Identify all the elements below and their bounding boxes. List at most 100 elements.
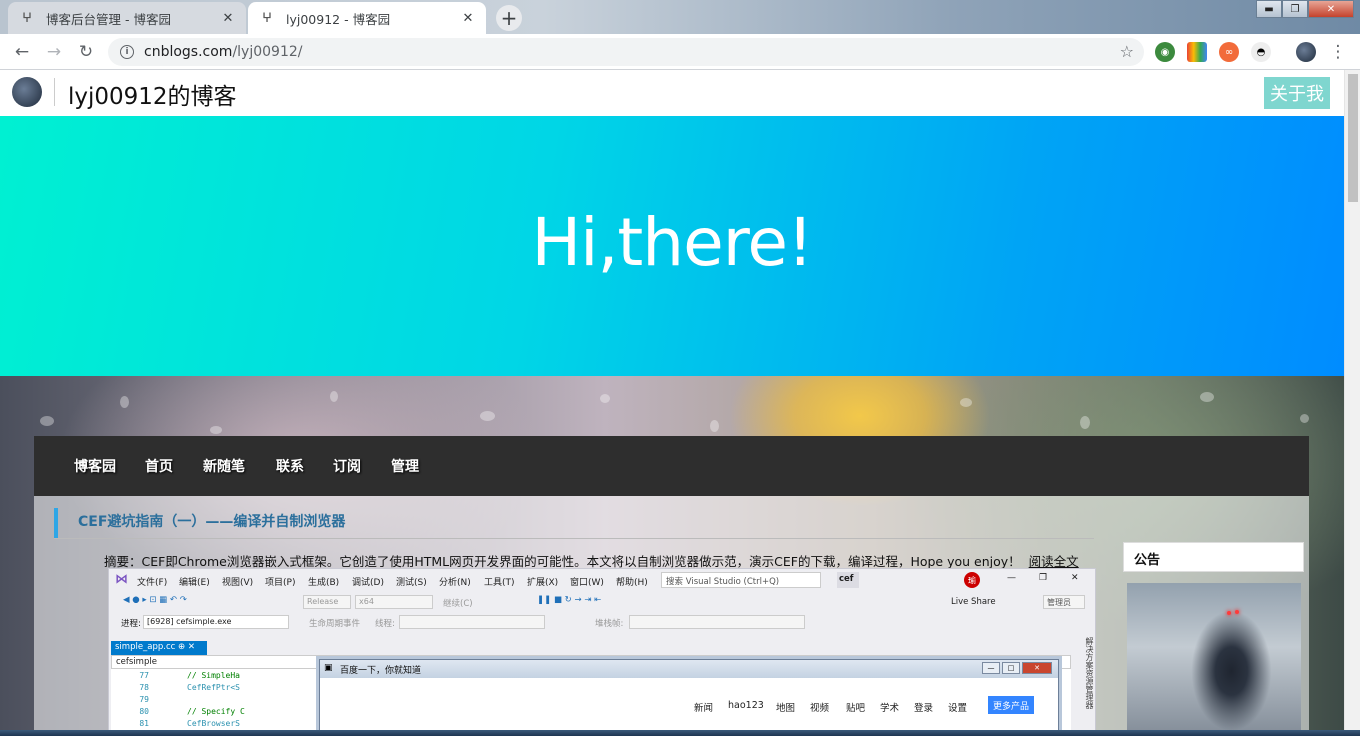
vs-file-tab: simple_app.cc ⊕ ✕ (111, 641, 207, 655)
blog-nav-bar: 博客园 首页 新随笔 联系 订阅 管理 (34, 436, 1309, 496)
baidu-window-icon: ▣ (324, 663, 333, 673)
baidu-link: 视频 (810, 703, 830, 714)
vs-menu-item: 视图(V) (222, 578, 254, 588)
vs-menu-item: 分析(N) (439, 578, 471, 588)
baidu-window: 百度一下，你就知道 ▣ — □ ✕ 新闻 hao123 地图 视频 贴吧 学术 … (319, 659, 1059, 730)
vs-menu-item: 帮助(H) (616, 578, 648, 588)
nav-cnblogs[interactable]: 博客园 (74, 456, 116, 476)
vs-toolbar: ◀ ● ▸ ⊡ ▦ ↶ ↷ Release x64 继续(C) ❚❚ ■ ↻ →… (109, 591, 1095, 613)
baidu-link: 新闻 (694, 703, 714, 714)
read-more-link[interactable]: 阅读全文 (1029, 554, 1079, 569)
vs-stack-label: 堆栈帧: (595, 619, 624, 629)
tab-blog-admin[interactable]: ⵖ 博客后台管理 - 博客园 ✕ (8, 2, 246, 34)
close-window-button[interactable]: ✕ (1308, 0, 1354, 18)
extension-infinity-icon[interactable]: ∞ (1219, 42, 1239, 62)
vs-config-dropdown: Release (303, 595, 351, 609)
nav-contact[interactable]: 联系 (276, 456, 304, 476)
line-number: 77 (139, 671, 149, 680)
code-text: // SimpleHa (187, 671, 240, 680)
extension-globe-icon[interactable]: ◉ (1155, 42, 1175, 62)
url-path: /lyj00912/ (232, 44, 303, 60)
nav-home[interactable]: 首页 (145, 456, 173, 476)
baidu-link: 贴吧 (846, 703, 866, 714)
line-number: 78 (139, 683, 149, 692)
vs-minimize-icon: — (1007, 573, 1016, 583)
nav-new-post[interactable]: 新随笔 (203, 456, 245, 476)
cnblogs-favicon-icon: ⵖ (262, 10, 272, 26)
nav-subscribe[interactable]: 订阅 (333, 456, 361, 476)
blog-title[interactable]: lyj00912的博客 (68, 77, 237, 111)
baidu-link: 学术 (880, 703, 900, 714)
code-text: // Specify C (187, 707, 245, 716)
vs-menu-item: 工具(T) (484, 578, 515, 588)
post-title-link[interactable]: CEF避坑指南（一）——编译并自制浏览器 (78, 511, 345, 531)
baidu-link: hao123 (728, 700, 764, 711)
extension-mask-icon[interactable]: ◓ (1251, 42, 1271, 62)
post-title-accent (54, 508, 58, 538)
vs-menu-item: 项目(P) (265, 578, 296, 588)
extension-colorful-icon[interactable] (1187, 42, 1207, 62)
reload-icon[interactable]: ↻ (74, 40, 98, 64)
new-tab-button[interactable]: + (496, 5, 522, 31)
sidebar-image (1127, 583, 1301, 730)
vs-project-name: cef (837, 572, 859, 588)
nav-manage[interactable]: 管理 (391, 456, 419, 476)
line-number: 79 (139, 695, 149, 704)
sidebar-notice-title: 公告 (1123, 542, 1304, 572)
code-text: CefBrowserS (187, 719, 240, 728)
about-me-button[interactable]: 关于我 (1264, 77, 1330, 109)
line-number: 81 (139, 719, 149, 728)
tab-strip: ⵖ 博客后台管理 - 博客园 ✕ ⵖ lyj00912 - 博客园 ✕ + ▬ … (0, 0, 1360, 34)
maximize-button[interactable]: ❐ (1282, 0, 1308, 18)
vs-menu-item: 窗口(W) (570, 578, 604, 588)
header-divider (54, 78, 55, 106)
site-info-icon[interactable]: i (120, 45, 134, 59)
hero-banner: Hi,there! (0, 116, 1344, 376)
hero-text: Hi,there! (531, 203, 813, 281)
baidu-link: 地图 (776, 703, 796, 714)
vs-solution-explorer-tab: 解决方案资源管理器 (1071, 633, 1095, 730)
vs-menu-item: 测试(S) (396, 578, 427, 588)
page-scrollbar[interactable] (1344, 70, 1360, 730)
avatar[interactable] (12, 77, 42, 107)
post-summary-text: 摘要：CEF即Chrome浏览器嵌入式框架。它创造了使用HTML网页开发界面的可… (104, 554, 1021, 569)
vs-thread-dropdown (399, 615, 545, 629)
vs-menu-item: 文件(F) (137, 578, 168, 588)
vs-debug-icons: ❚❚ ■ ↻ → ⇥ ⇤ (537, 595, 602, 605)
bookmark-star-icon[interactable]: ☆ (1120, 42, 1134, 61)
tab-title: lyj00912 - 博客园 (286, 11, 391, 27)
vs-restore-icon: ❐ (1039, 573, 1048, 583)
blog-header: lyj00912的博客 关于我 (0, 70, 1344, 116)
address-bar[interactable]: i cnblogs.com/lyj00912/ ☆ (108, 38, 1144, 66)
vs-file-tab-label: simple_app.cc (115, 642, 176, 652)
minimize-button[interactable]: ▬ (1256, 0, 1282, 18)
baidu-minimize-icon: — (982, 662, 1000, 674)
baidu-window-title: 百度一下，你就知道 (320, 660, 1058, 678)
baidu-maximize-icon: □ (1002, 662, 1020, 674)
baidu-link: 登录 (914, 703, 934, 714)
url-domain: cnblogs.com (144, 44, 233, 60)
profile-avatar-icon[interactable] (1296, 42, 1316, 62)
baidu-more-products: 更多产品 (988, 696, 1034, 714)
tab-title: 博客后台管理 - 博客园 (46, 11, 171, 27)
back-arrow-icon[interactable]: ← (10, 40, 34, 64)
post-divider (54, 538, 1094, 539)
tab-close-icon[interactable]: ✕ (220, 10, 236, 26)
vs-admin-badge: 管理员 (1043, 595, 1085, 609)
more-menu-icon[interactable]: ⋮ (1326, 40, 1350, 64)
vs-platform-dropdown: x64 (355, 595, 433, 609)
vs-stack-dropdown (629, 615, 805, 629)
vs-menu-item: 生成(B) (308, 578, 340, 588)
scrollbar-thumb[interactable] (1348, 74, 1358, 202)
forward-arrow-icon[interactable]: → (42, 40, 66, 64)
window-controls: ▬ ❐ ✕ (1256, 0, 1354, 18)
vs-debug-location-bar: 进程: [6928] cefsimple.exe 生命周期事件 线程: 堆栈帧: (109, 613, 1095, 633)
vs-menu-bar: ⋈ 文件(F) 编辑(E) 视图(V) 项目(P) 生成(B) 调试(D) 测试… (109, 569, 1095, 591)
vs-search-box: 搜索 Visual Studio (Ctrl+Q) (661, 572, 821, 588)
tab-lyj00912[interactable]: ⵖ lyj00912 - 博客园 ✕ (248, 2, 486, 34)
vs-lifecycle-events: 生命周期事件 (309, 619, 361, 629)
tab-close-icon[interactable]: ✕ (460, 10, 476, 26)
line-number: 80 (139, 707, 149, 716)
vs-continue-button: 继续(C) (443, 599, 473, 609)
blog-page: lyj00912的博客 关于我 Hi,there! 博客园 首页 新随笔 联系 … (0, 70, 1344, 730)
